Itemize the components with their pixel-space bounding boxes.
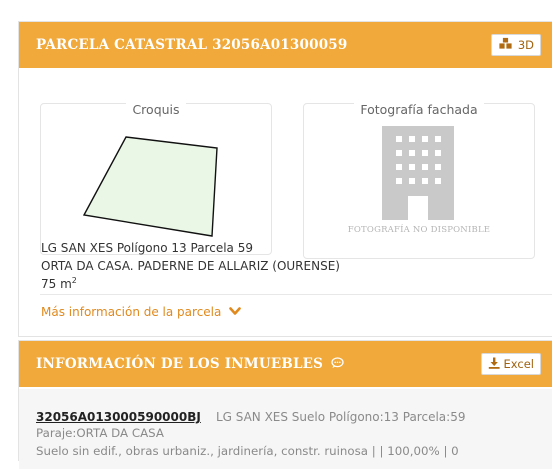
parcel-area: 75 m2: [41, 276, 77, 291]
view-3d-label: 3D: [517, 38, 534, 52]
parcel-sketch: [82, 136, 218, 237]
buildings-panel-header: INFORMACIÓN DE LOS INMUEBLES Excel: [19, 341, 552, 387]
comment-icon: [331, 356, 344, 373]
export-excel-button[interactable]: Excel: [480, 353, 541, 375]
buildings-panel: INFORMACIÓN DE LOS INMUEBLES Excel 32056…: [18, 340, 552, 469]
building-usage: Suelo sin edif., obras urbaniz., jardine…: [36, 444, 459, 458]
cubes-icon: [498, 37, 514, 53]
parcel-location: LG SAN XES Polígono 13 Parcela 59: [41, 241, 253, 255]
building-icon: [382, 126, 454, 224]
parcel-panel-header: PARCELA CATASTRAL 32056A01300059 3D: [19, 22, 552, 68]
parcel-area-unit-exp: 2: [71, 276, 77, 285]
parcel-area-value: 75 m: [41, 277, 72, 291]
photo-card: Fotografía fachada FOTOGRAFÍA NO DISPONI…: [303, 102, 535, 259]
chevron-down-icon: [229, 305, 242, 319]
building-reference-link[interactable]: 32056A013000590000BJ: [36, 410, 201, 424]
parcel-description: ORTA DA CASA. PADERNE DE ALLARIZ (OURENS…: [41, 259, 340, 273]
photo-unavailable-text: FOTOGRAFÍA NO DISPONIBLE: [347, 225, 491, 235]
building-list-item: 32056A013000590000BJ LG SAN XES Suelo Po…: [19, 389, 552, 469]
building-summary: LG SAN XES Suelo Polígono:13 Parcela:59: [215, 410, 466, 424]
building-paraje: Paraje:ORTA DA CASA: [36, 426, 164, 440]
croquis-card: Croquis: [40, 102, 272, 255]
parcel-panel: PARCELA CATASTRAL 32056A01300059 3D Croq…: [18, 21, 552, 337]
view-3d-button[interactable]: 3D: [490, 34, 541, 56]
divider: [40, 294, 552, 295]
parcel-title: PARCELA CATASTRAL 32056A01300059: [36, 37, 348, 53]
more-parcel-info-link[interactable]: Más información de la parcela: [41, 305, 242, 319]
buildings-title: INFORMACIÓN DE LOS INMUEBLES: [36, 356, 344, 373]
more-parcel-info-label: Más información de la parcela: [41, 305, 222, 319]
photo-label: Fotografía fachada: [354, 102, 484, 117]
download-icon: [488, 357, 500, 372]
excel-label: Excel: [503, 357, 534, 371]
